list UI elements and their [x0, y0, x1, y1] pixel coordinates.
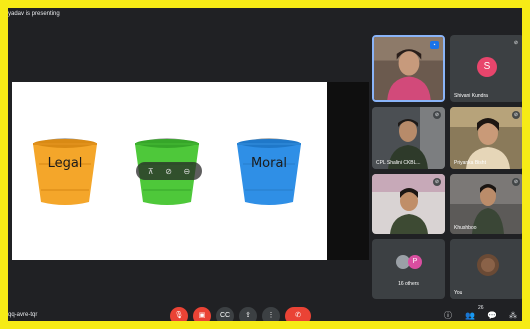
presenting-label: yadav is presenting — [8, 11, 60, 17]
participant-tile[interactable]: ⊘ — [372, 174, 445, 234]
participant-tile[interactable]: ⊘ Khushboo — [450, 174, 522, 234]
pin-icon[interactable]: ⊼ — [148, 167, 154, 176]
avatar: P — [408, 255, 422, 269]
top-bar: yadav is presenting — [8, 8, 522, 22]
participant-tile[interactable]: ⊘ Priyanka Bisht — [450, 107, 522, 169]
more-vert-icon[interactable]: ⋮ — [262, 307, 280, 321]
mic-off-icon: ⊘ — [512, 178, 520, 186]
avatar: S — [477, 57, 497, 77]
meeting-code: qq-avre-tqr — [8, 312, 38, 318]
participant-tile[interactable]: ▪ — [372, 35, 445, 102]
present-icon[interactable]: ⇪ — [239, 307, 257, 321]
presentation-stage[interactable]: Legal Moral ⊼ ⊘ ⊖ — [12, 82, 327, 260]
others-tile[interactable]: P 16 others — [372, 239, 445, 299]
camera-off-icon[interactable]: ▣ — [193, 307, 211, 321]
bucket-moral: Moral — [230, 130, 308, 208]
bucket-legal: Legal — [26, 130, 104, 208]
participant-name: You — [454, 290, 463, 296]
mic-off-icon[interactable]: 🎙 — [170, 307, 188, 321]
activities-icon[interactable]: ⁂ — [507, 310, 519, 321]
bucket-label: Moral — [250, 156, 288, 171]
mic-off-icon: ⊘ — [512, 39, 520, 47]
bucket-label: Legal — [47, 156, 83, 171]
participant-name: CPL Shalini CKBL... — [376, 160, 421, 166]
captions-icon[interactable]: CC — [216, 307, 234, 321]
mute-icon[interactable]: ⊘ — [165, 167, 172, 176]
self-tile[interactable]: You — [450, 239, 522, 299]
chat-icon[interactable]: 💬 — [486, 310, 498, 321]
remove-icon[interactable]: ⊖ — [184, 167, 191, 176]
participant-tile[interactable]: ⊘ CPL Shalini CKBL... — [372, 107, 445, 169]
info-icon[interactable]: ⓘ — [442, 310, 454, 321]
people-icon[interactable]: 👥 — [464, 310, 476, 321]
others-count: 16 others — [398, 281, 419, 287]
participant-name: Shivani Kundra — [454, 93, 488, 99]
presentation-mini-controls[interactable]: ⊼ ⊘ ⊖ — [136, 162, 202, 180]
participant-name: Priyanka Bisht — [454, 160, 486, 166]
meeting-window: yadav is presenting Legal Moral ⊼ ⊘ ⊖ ▪ … — [0, 0, 530, 329]
people-count-badge: 26 — [478, 305, 484, 311]
participant-name: Khushboo — [454, 225, 477, 231]
participant-tile[interactable]: S ⊘ Shivani Kundra — [450, 35, 522, 102]
speaking-icon: ▪ — [430, 41, 439, 49]
bottom-control-bar: qq-avre-tqr 🎙 ▣ CC ⇪ ⋮ ✆ ⓘ 26 👥 💬 ⁂ — [8, 300, 522, 321]
stage-margin — [327, 82, 369, 260]
mic-off-icon: ⊘ — [433, 178, 441, 186]
end-call-icon[interactable]: ✆ — [285, 307, 311, 321]
mic-off-icon: ⊘ — [512, 111, 520, 119]
mic-off-icon: ⊘ — [433, 111, 441, 119]
